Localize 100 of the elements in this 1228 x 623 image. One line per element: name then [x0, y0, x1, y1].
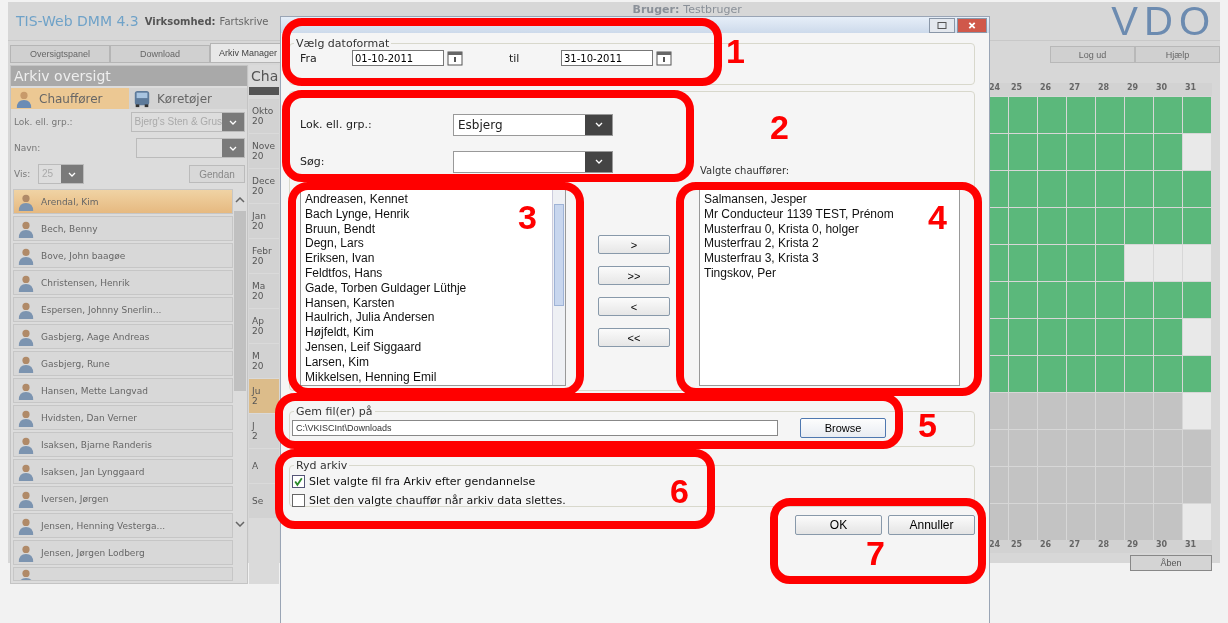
- dialog-button[interactable]: OK: [795, 515, 882, 535]
- driver-item[interactable]: Arendal, Kim: [13, 189, 234, 214]
- calendar-cell[interactable]: [1183, 393, 1211, 429]
- driver-item[interactable]: Haulrich, Julia Andersen: [305, 310, 435, 326]
- calendar-cell[interactable]: [1096, 393, 1124, 429]
- calendar-cell[interactable]: [1009, 134, 1037, 170]
- path-field[interactable]: C:\VKISCInt\Downloads: [292, 420, 778, 436]
- driver-item[interactable]: Bruun, Bendt: [305, 221, 376, 237]
- calendar-cell[interactable]: [1183, 356, 1211, 392]
- browse-button[interactable]: Browse: [800, 418, 886, 438]
- move-button[interactable]: <<: [598, 328, 670, 347]
- calendar-cell[interactable]: [1154, 134, 1182, 170]
- calendar-cell[interactable]: [1154, 245, 1182, 281]
- driver-item[interactable]: Gade, Torben Guldager Lüthje: [305, 280, 467, 296]
- calendar-cell[interactable]: [1183, 134, 1211, 170]
- nav-tab[interactable]: Oversigtspanel: [10, 45, 110, 63]
- driver-item[interactable]: Hansen, Mette Langvad: [13, 378, 234, 403]
- driver-item[interactable]: Iversen, Jørgen: [13, 486, 234, 511]
- calendar-cell[interactable]: [1067, 245, 1095, 281]
- month-item[interactable]: Ju 2: [249, 379, 279, 413]
- calendar-cell[interactable]: [1067, 97, 1095, 133]
- scrollbar[interactable]: [552, 190, 565, 385]
- month-item[interactable]: Febr 20: [249, 239, 279, 273]
- calendar-cell[interactable]: [1154, 97, 1182, 133]
- header-button[interactable]: Log ud: [1050, 46, 1135, 63]
- driver-item[interactable]: Bach Lynge, Henrik: [305, 206, 410, 222]
- calendar-cell[interactable]: [1154, 430, 1182, 466]
- month-item[interactable]: Jan 20: [249, 204, 279, 238]
- calendar-cell[interactable]: [1183, 171, 1211, 207]
- calendar-cell[interactable]: [1009, 171, 1037, 207]
- month-item[interactable]: J 2: [249, 414, 279, 448]
- calendar-cell[interactable]: [1183, 97, 1211, 133]
- calendar-cell[interactable]: [1096, 171, 1124, 207]
- calendar-cell[interactable]: [1125, 134, 1153, 170]
- driver-item[interactable]: Isaksen, Jan Lynggaard: [13, 459, 234, 484]
- month-item[interactable]: Dece 20: [249, 169, 279, 203]
- calendar-cell[interactable]: [1009, 282, 1037, 318]
- calendar-cell[interactable]: [1009, 245, 1037, 281]
- calendar-cell[interactable]: [1067, 171, 1095, 207]
- calendar-cell[interactable]: [1009, 97, 1037, 133]
- driver-item[interactable]: Musterfrau 2, Krista 2: [704, 236, 819, 252]
- checkbox[interactable]: [292, 475, 305, 488]
- month-item[interactable]: Okto 20: [249, 99, 279, 133]
- dialog-button[interactable]: Annuller: [888, 515, 975, 535]
- calendar-cell[interactable]: [1067, 282, 1095, 318]
- move-button[interactable]: <: [598, 297, 670, 316]
- calendar-icon[interactable]: [656, 50, 672, 66]
- scroll-thumb[interactable]: [554, 204, 564, 306]
- calendar-cell[interactable]: [1009, 208, 1037, 244]
- header-button[interactable]: Hjælp: [1135, 46, 1220, 63]
- calendar-cell[interactable]: [1154, 467, 1182, 503]
- group-select[interactable]: Esbjerg: [453, 113, 613, 136]
- name-select[interactable]: [136, 138, 245, 158]
- move-button[interactable]: >>: [598, 266, 670, 285]
- driver-item[interactable]: Isaksen, Bjarne Randeris: [13, 432, 234, 457]
- driver-item[interactable]: Jensen, Jørgen Lodberg: [13, 540, 234, 565]
- calendar-cell[interactable]: [1125, 97, 1153, 133]
- calendar-cell[interactable]: [1125, 208, 1153, 244]
- driver-item[interactable]: Degn, Lars: [305, 236, 364, 252]
- calendar-cell[interactable]: [1183, 319, 1211, 355]
- calendar-cell[interactable]: [1096, 356, 1124, 392]
- calendar-cell[interactable]: [1183, 245, 1211, 281]
- calendar-cell[interactable]: [1038, 356, 1066, 392]
- calendar-cell[interactable]: [1038, 319, 1066, 355]
- calendar-cell[interactable]: [1067, 393, 1095, 429]
- to-date-field[interactable]: 31-10-2011: [561, 50, 653, 66]
- move-button[interactable]: >: [598, 235, 670, 254]
- driver-item[interactable]: Højfeldt, Kim: [305, 325, 374, 340]
- driver-item[interactable]: Salmansen, Jesper: [704, 192, 807, 207]
- calendar-cell[interactable]: [1096, 245, 1124, 281]
- driver-item[interactable]: Feldtfos, Hans: [305, 266, 383, 281]
- calendar-cell[interactable]: [1067, 319, 1095, 355]
- driver-item[interactable]: Hvidsten, Dan Verner: [13, 405, 234, 430]
- driver-item[interactable]: Gasbjerg, Rune: [13, 351, 234, 376]
- driver-item[interactable]: Larsen, Kim: [305, 354, 370, 370]
- calendar-cell[interactable]: [1038, 208, 1066, 244]
- calendar-cell[interactable]: [1125, 282, 1153, 318]
- driver-item[interactable]: [13, 567, 234, 581]
- calendar-cell[interactable]: [1125, 319, 1153, 355]
- calendar-cell[interactable]: [1067, 356, 1095, 392]
- calendar-cell[interactable]: [1154, 319, 1182, 355]
- driver-item[interactable]: Jensen, Leif Siggaard: [305, 339, 422, 355]
- calendar-cell[interactable]: [1154, 393, 1182, 429]
- calendar-cell[interactable]: [1125, 245, 1153, 281]
- driver-item[interactable]: Gasbjerg, Aage Andreas: [13, 324, 234, 349]
- calendar-cell[interactable]: [1183, 467, 1211, 503]
- restore-button[interactable]: [929, 17, 955, 33]
- calendar-cell[interactable]: [1067, 134, 1095, 170]
- month-item[interactable]: Ma 20: [249, 274, 279, 308]
- calendar-cell[interactable]: [1067, 208, 1095, 244]
- calendar-cell[interactable]: [1183, 282, 1211, 318]
- calendar-cell[interactable]: [1096, 282, 1124, 318]
- calendar-cell[interactable]: [1154, 208, 1182, 244]
- panel-tab[interactable]: Køretøjer: [129, 88, 247, 109]
- driver-item[interactable]: Hansen, Karsten: [305, 295, 395, 311]
- calendar-cell[interactable]: [1009, 393, 1037, 429]
- calendar-cell[interactable]: [1096, 134, 1124, 170]
- calendar-cell[interactable]: [1038, 393, 1066, 429]
- nav-tab[interactable]: Download: [110, 45, 210, 63]
- open-button[interactable]: Åben: [1130, 555, 1212, 571]
